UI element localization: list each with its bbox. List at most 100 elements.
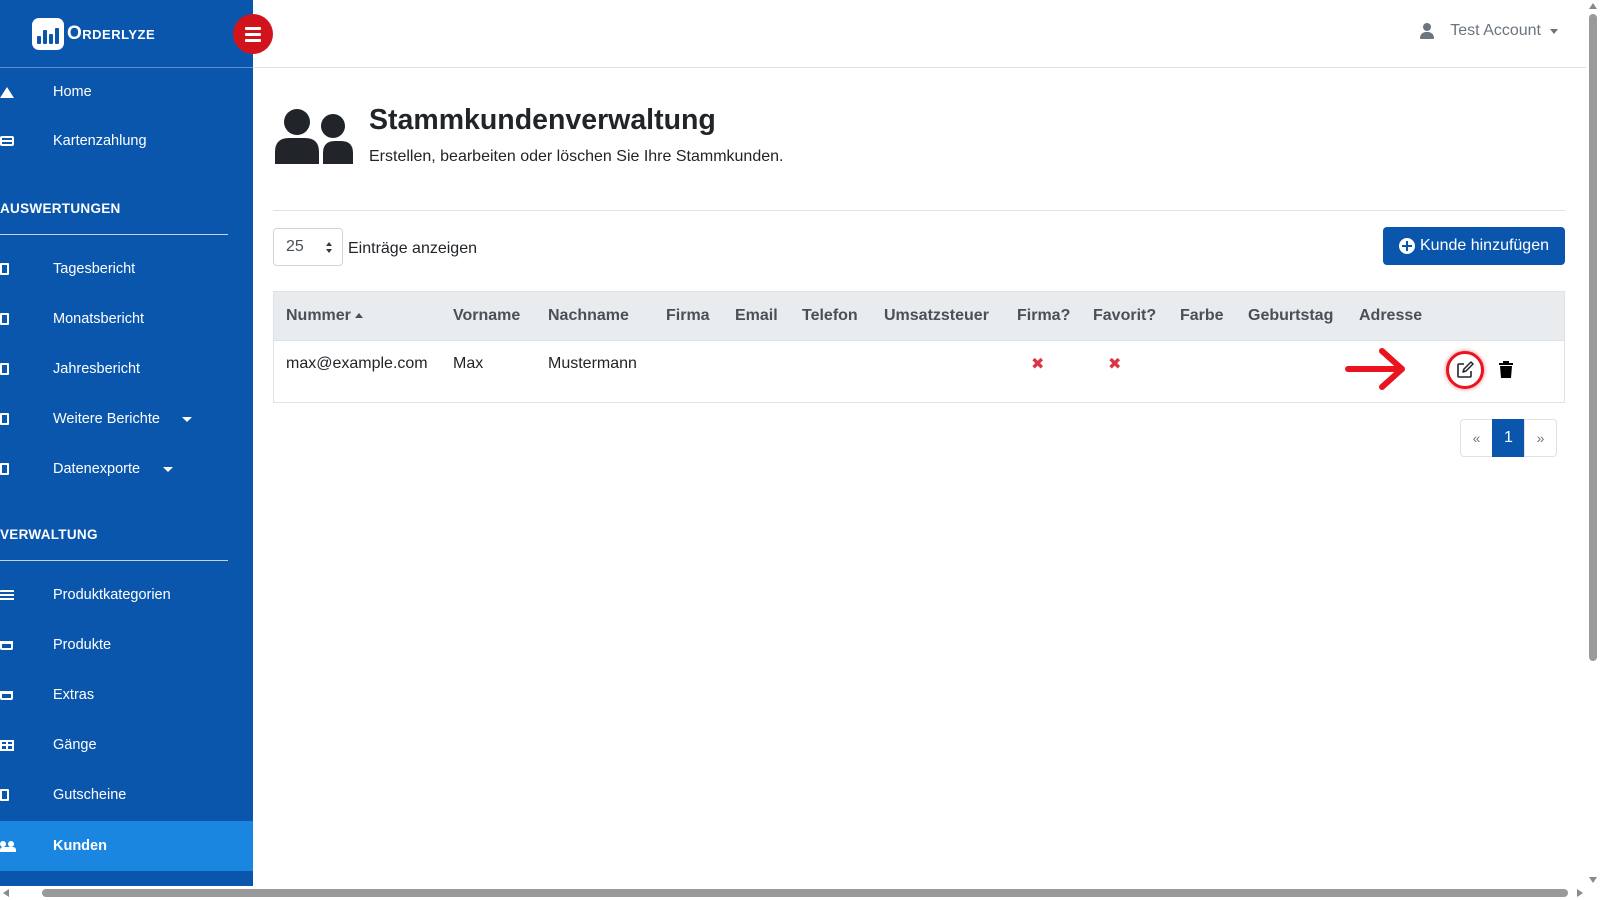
close-icon: ✖	[1108, 356, 1122, 373]
sort-ascending-icon	[354, 313, 363, 319]
page-length-label: Einträge anzeigen	[348, 240, 477, 257]
scroll-down-icon[interactable]	[1589, 877, 1597, 883]
chevron-down-icon	[163, 466, 173, 472]
users-icon	[0, 840, 16, 852]
column-header-label: Nummer	[286, 307, 351, 324]
sidebar-item-label: Kunden	[53, 838, 107, 854]
vertical-scrollbar[interactable]	[1586, 0, 1600, 886]
column-header-umsatzsteuer[interactable]: Umsatzsteuer	[884, 307, 989, 325]
sidebar-item-kartenzahlung[interactable]: Kartenzahlung	[0, 117, 253, 165]
menu-toggle-button[interactable]	[233, 14, 273, 54]
column-header-nachname[interactable]: Nachname	[548, 307, 629, 325]
page-length-value: 25	[286, 238, 304, 255]
hamburger-icon-bar	[245, 38, 261, 42]
trash-icon	[1499, 361, 1513, 378]
file-icon	[0, 363, 14, 375]
column-header-vorname[interactable]: Vorname	[453, 307, 520, 325]
section-title-verwaltung: VERWALTUNG	[0, 527, 98, 542]
section-divider	[0, 560, 228, 561]
sidebar-item-label: Home	[53, 84, 92, 100]
cart-plus-icon	[0, 689, 14, 701]
sidebar-item-kunden[interactable]: Kunden	[0, 821, 253, 871]
column-header-email[interactable]: Email	[735, 307, 778, 325]
horizontal-scrollbar[interactable]	[0, 886, 1600, 900]
users-icon	[275, 109, 353, 164]
scrollbar-thumb[interactable]	[42, 889, 1568, 897]
sidebar-item-label: Weitere Berichte	[53, 411, 160, 427]
pagination-page-1[interactable]: 1	[1492, 419, 1525, 457]
customers-table: Nummer Vorname Nachname Firma Email Tele…	[273, 291, 1565, 403]
hamburger-icon	[245, 26, 261, 30]
sidebar-item-label: Produktkategorien	[53, 587, 171, 603]
account-dropdown[interactable]: Test Account	[1420, 22, 1558, 40]
logo-bar: Orderlyze	[0, 0, 253, 68]
column-header-farbe[interactable]: Farbe	[1180, 307, 1224, 325]
table-header: Nummer Vorname Nachname Firma Email Tele…	[274, 292, 1564, 341]
add-customer-button[interactable]: Kunde hinzufügen	[1383, 227, 1565, 265]
column-header-firma[interactable]: Firma	[666, 307, 710, 325]
sidebar-item-label: Tagesbericht	[53, 261, 136, 277]
brand-logo-icon	[32, 18, 64, 50]
sidebar-item-datenexporte[interactable]: Datenexporte	[0, 445, 253, 493]
section-title-auswertungen: AUSWERTUNGEN	[0, 201, 121, 216]
sidebar-item-home[interactable]: Home	[0, 68, 253, 116]
page-length-select[interactable]: 25	[273, 228, 343, 266]
column-header-nummer[interactable]: Nummer	[286, 307, 363, 325]
chevron-down-icon	[1550, 28, 1558, 34]
sidebar-item-label: Jahresbericht	[53, 361, 141, 377]
sidebar-item-tagesbericht[interactable]: Tagesbericht	[0, 245, 253, 293]
column-header-telefon[interactable]: Telefon	[802, 307, 858, 325]
account-name: Test Account	[1450, 22, 1541, 39]
pagination-prev[interactable]: «	[1460, 419, 1493, 457]
scroll-left-icon[interactable]	[3, 889, 9, 897]
cell-nummer: max@example.com	[286, 355, 428, 372]
plus-circle-icon	[1399, 238, 1415, 254]
pagination-next[interactable]: »	[1524, 419, 1557, 457]
section-divider	[0, 234, 228, 235]
cell-nachname: Mustermann	[548, 355, 637, 372]
add-customer-label: Kunde hinzufügen	[1420, 237, 1549, 254]
table-row: max@example.com Max Mustermann ✖ ✖	[274, 341, 1564, 402]
column-header-firma-flag[interactable]: Firma?	[1017, 307, 1070, 325]
arrow-right-icon	[1345, 348, 1405, 390]
sidebar-item-label: Produkte	[53, 637, 112, 653]
file-icon	[0, 789, 14, 801]
scroll-right-icon[interactable]	[1577, 889, 1583, 897]
column-header-favorit[interactable]: Favorit?	[1093, 307, 1156, 325]
sidebar-item-label: Gutscheine	[53, 787, 127, 803]
home-icon	[0, 86, 14, 98]
scroll-up-icon[interactable]	[1589, 3, 1597, 9]
page-title: Stammkundenverwaltung	[369, 104, 716, 136]
sidebar-item-weitere-berichte[interactable]: Weitere Berichte	[0, 395, 253, 443]
sidebar-item-produkte[interactable]: Produkte	[0, 621, 253, 669]
scrollbar-thumb[interactable]	[1589, 14, 1597, 661]
column-header-geburtstag[interactable]: Geburtstag	[1248, 307, 1333, 325]
sidebar-item-label: Monatsbericht	[53, 311, 145, 327]
sidebar-item-label: Gänge	[53, 737, 97, 753]
sidebar-item-gutscheine[interactable]: Gutscheine	[0, 771, 253, 819]
list-icon	[0, 589, 14, 601]
table-icon	[0, 739, 14, 751]
delete-customer-button[interactable]	[1498, 361, 1514, 379]
chevron-down-icon	[182, 416, 192, 422]
sidebar-item-produktkategorien[interactable]: Produktkategorien	[0, 571, 253, 619]
cart-icon	[0, 639, 14, 651]
edit-customer-button[interactable]	[1446, 351, 1484, 389]
sidebar-item-jahresbericht[interactable]: Jahresbericht	[0, 345, 253, 393]
user-icon	[1420, 22, 1435, 40]
cell-vorname: Max	[453, 355, 484, 372]
sidebar-item-gaenge[interactable]: Gänge	[0, 721, 253, 769]
column-header-adresse[interactable]: Adresse	[1359, 307, 1422, 325]
sidebar: Orderlyze Home Kartenzahlung AUSWERTUNGE…	[0, 0, 253, 900]
brand-logo[interactable]: Orderlyze	[32, 18, 155, 50]
hamburger-icon-bar	[245, 32, 261, 36]
file-icon	[0, 313, 14, 325]
file-icon	[0, 413, 14, 425]
sidebar-item-label: Kartenzahlung	[53, 133, 147, 149]
top-bar: Test Account	[253, 0, 1586, 68]
select-arrows-icon	[326, 242, 332, 253]
sidebar-item-monatsbericht[interactable]: Monatsbericht	[0, 295, 253, 343]
sidebar-item-extras[interactable]: Extras	[0, 671, 253, 719]
close-icon: ✖	[1031, 356, 1045, 373]
edit-icon	[1457, 361, 1474, 378]
